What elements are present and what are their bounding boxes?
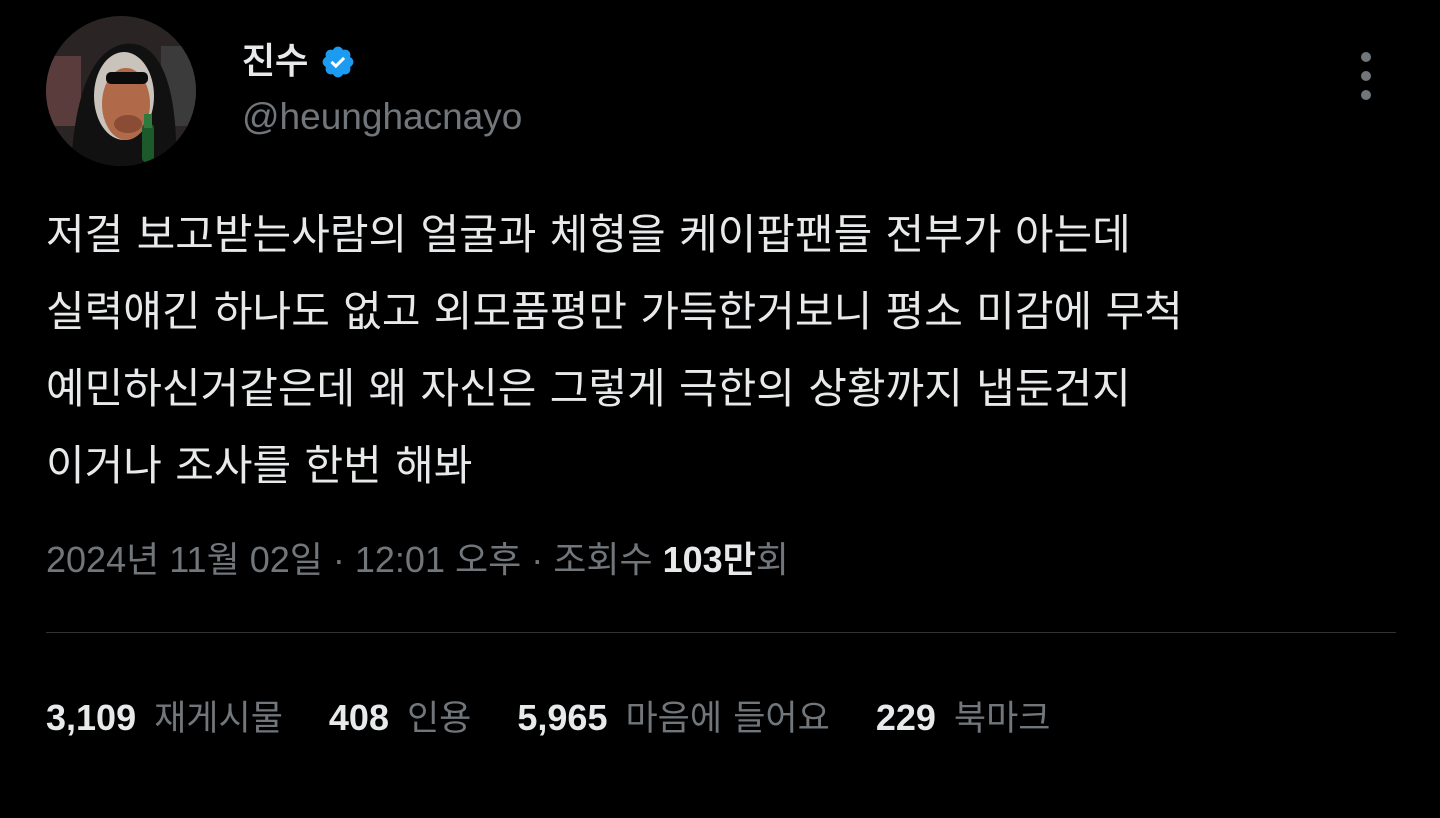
more-vertical-icon — [1361, 90, 1371, 100]
quotes-label: 인용 — [406, 699, 472, 739]
views-suffix: 회 — [755, 539, 789, 580]
author-handle[interactable]: @heunghacnayo — [242, 92, 522, 142]
more-options-button[interactable] — [1344, 48, 1388, 104]
likes-count: 5,965 — [517, 697, 608, 738]
tweet-text-line: 실력얘긴 하나도 없고 외모품평만 가득한거보니 평소 미감에 무척 — [46, 287, 1183, 336]
more-vertical-icon — [1361, 71, 1371, 81]
reposts-label: 재게시물 — [154, 699, 283, 739]
author-display-name[interactable]: 진수 — [242, 36, 308, 88]
more-vertical-icon — [1361, 52, 1371, 62]
bookmarks-label: 북마크 — [953, 699, 1051, 739]
reposts-stat[interactable]: 3,109 재게시물 — [46, 690, 283, 747]
meta-separator: · — [332, 539, 345, 580]
tweet-time[interactable]: 12:01 오후 — [355, 539, 521, 580]
meta-separator: · — [531, 539, 544, 580]
avatar[interactable] — [46, 16, 196, 166]
tweet-meta: 2024년 11월 02일 · 12:01 오후 · 조회수 103만회 — [46, 530, 789, 590]
author-name-row: 진수 — [242, 36, 356, 88]
views-count[interactable]: 103만 — [663, 539, 756, 580]
tweet-text-line: 이거나 조사를 한번 해봐 — [46, 441, 473, 490]
engagement-stats: 3,109 재게시물 408 인용 5,965 마음에 들어요 229 북마크 — [46, 690, 1097, 747]
tweet-text-line: 예민하신거같은데 왜 자신은 그렇게 극한의 상황까지 냅둔건지 — [46, 364, 1131, 413]
bookmarks-stat[interactable]: 229 북마크 — [876, 690, 1051, 747]
tweet-date[interactable]: 2024년 11월 02일 — [46, 539, 323, 580]
tweet-text-line: 저걸 보고받는사람의 얼굴과 체형을 케이팝팬들 전부가 아는데 — [46, 210, 1131, 259]
divider — [46, 632, 1396, 633]
views-label: 조회수 — [553, 539, 653, 580]
verified-badge-icon[interactable] — [320, 44, 356, 80]
quotes-count: 408 — [328, 697, 389, 738]
avatar-image — [46, 16, 196, 166]
likes-label: 마음에 들어요 — [625, 699, 830, 739]
bookmarks-count: 229 — [875, 697, 936, 738]
reposts-count: 3,109 — [46, 697, 137, 738]
likes-stat[interactable]: 5,965 마음에 들어요 — [517, 690, 829, 747]
quotes-stat[interactable]: 408 인용 — [329, 690, 471, 747]
tweet-text: 저걸 보고받는사람의 얼굴과 체형을 케이팝팬들 전부가 아는데 실력얘긴 하나… — [46, 196, 1396, 504]
tweet-detail: 진수 @heunghacnayo 저걸 보고받는사람의 얼굴과 체형을 케이팝팬… — [0, 0, 1440, 818]
